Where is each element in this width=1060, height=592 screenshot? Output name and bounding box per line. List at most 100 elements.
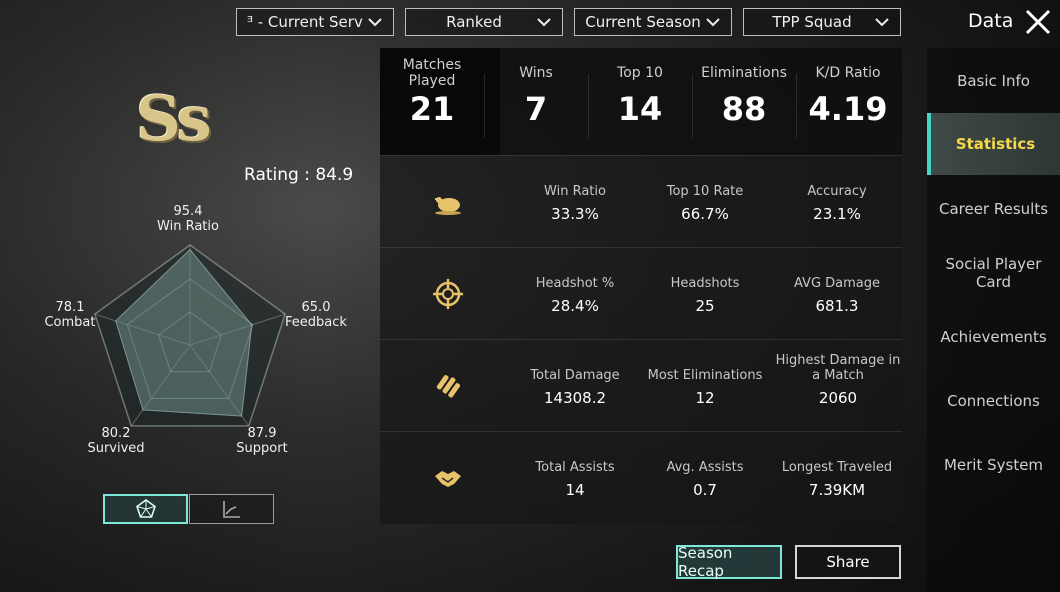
stat-top-10-rate: Top 10 Rate 66.7% xyxy=(640,184,770,223)
page-title: Data xyxy=(968,10,1014,32)
share-button[interactable]: Share xyxy=(795,545,901,579)
stat-value: 14 xyxy=(565,481,585,499)
summary-matches-played: Matches Played 21 xyxy=(380,56,484,128)
stat-avg-damage: AVG Damage 681.3 xyxy=(772,276,902,315)
sidebar-item-statistics[interactable]: Statistics xyxy=(927,113,1060,175)
summary-value: 4.19 xyxy=(808,90,888,128)
season-recap-button[interactable]: Season Recap xyxy=(676,544,782,580)
summary-label: Wins xyxy=(519,65,553,81)
rank-emblem: Ss xyxy=(136,82,212,155)
pentagon-icon xyxy=(135,499,156,518)
stat-longest-traveled: Longest Traveled 7.39KM xyxy=(772,460,902,499)
summary-label: Matches Played xyxy=(402,57,462,89)
stat-total-assists: Total Assists 14 xyxy=(510,460,640,499)
radar-value-survived: 80.2 xyxy=(101,426,131,441)
radar-name-combat: Combat xyxy=(44,315,96,330)
stat-value: 14308.2 xyxy=(543,389,607,407)
radar-label-combat: 78.1 Combat xyxy=(30,300,110,330)
stat-label: Highest Damage in a Match xyxy=(775,353,901,383)
line-chart-icon xyxy=(222,501,240,518)
stat-headshot-percent: Headshot % 28.4% xyxy=(510,276,640,315)
stat-value: 23.1% xyxy=(813,205,861,223)
sidebar-item-social-player-card[interactable]: Social Player Card xyxy=(927,242,1060,304)
ammo-icon xyxy=(436,375,460,398)
stat-label: Total Damage xyxy=(530,368,620,383)
stats-row-teamwork: Total Assists 14 Avg. Assists 0.7 Longes… xyxy=(380,431,902,524)
radar-view-button[interactable] xyxy=(103,494,188,524)
chevron-down-icon xyxy=(368,18,382,27)
stat-win-ratio: Win Ratio 33.3% xyxy=(510,184,640,223)
sidebar-item-label: Basic Info xyxy=(957,72,1030,90)
stat-avg-assists: Avg. Assists 0.7 xyxy=(640,460,770,499)
summary-top-10: Top 10 14 xyxy=(588,56,692,128)
squad-dropdown-label: TPP Squad xyxy=(772,13,852,31)
stats-row-shooting: Headshot % 28.4% Headshots 25 AVG Damage… xyxy=(380,247,902,340)
server-dropdown[interactable]: ᴲ - Current Server xyxy=(236,8,394,36)
summary-bar: Matches Played 21 Wins 7 Top 10 14 Elimi… xyxy=(380,48,902,155)
sidebar-item-label: Connections xyxy=(947,392,1040,410)
server-dropdown-label: ᴲ - Current Server xyxy=(247,13,363,31)
chevron-down-icon xyxy=(537,18,551,27)
chevron-down-icon xyxy=(706,18,720,27)
squad-dropdown[interactable]: TPP Squad xyxy=(743,8,901,36)
radar-name-support: Support xyxy=(236,441,288,456)
sidebar-item-career-results[interactable]: Career Results xyxy=(927,178,1060,240)
stat-value: 12 xyxy=(695,389,715,407)
summary-label: K/D Ratio xyxy=(815,65,881,81)
close-icon[interactable] xyxy=(1024,8,1052,36)
radar-label-survived: 80.2 Survived xyxy=(76,426,156,456)
stat-value: 25 xyxy=(695,297,715,315)
stat-label: Win Ratio xyxy=(544,184,606,199)
summary-kd-ratio: K/D Ratio 4.19 xyxy=(796,56,900,128)
stat-label: Headshots xyxy=(670,276,740,291)
crosshair-icon xyxy=(433,279,463,309)
summary-wins: Wins 7 xyxy=(484,56,588,128)
stats-row-placement: Win Ratio 33.3% Top 10 Rate 66.7% Accura… xyxy=(380,155,902,248)
season-dropdown-label: Current Season xyxy=(585,13,701,31)
season-dropdown[interactable]: Current Season xyxy=(574,8,732,36)
handshake-icon xyxy=(435,471,461,487)
stat-value: 66.7% xyxy=(681,205,729,223)
stat-label: Top 10 Rate xyxy=(666,184,744,199)
stat-label: AVG Damage xyxy=(793,276,881,291)
summary-value: 21 xyxy=(409,90,455,128)
sidebar-item-basic-info[interactable]: Basic Info xyxy=(927,50,1060,112)
sidebar-item-label: Social Player Card xyxy=(945,255,1042,291)
sidebar-item-merit-system[interactable]: Merit System xyxy=(927,434,1060,496)
stat-label: Most Eliminations xyxy=(647,368,763,383)
mode-dropdown-label: Ranked xyxy=(446,13,502,31)
sidebar-item-connections[interactable]: Connections xyxy=(927,370,1060,432)
radar-value-win-ratio: 95.4 xyxy=(173,204,203,219)
summary-value: 88 xyxy=(721,90,767,128)
stat-value: 2060 xyxy=(818,389,858,407)
stat-highest-damage: Highest Damage in a Match 2060 xyxy=(772,353,904,407)
statistics-panel: Matches Played 21 Wins 7 Top 10 14 Elimi… xyxy=(380,48,902,524)
chicken-dinner-icon xyxy=(435,197,461,215)
stats-row-damage: Total Damage 14308.2 Most Eliminations 1… xyxy=(380,339,902,432)
summary-label: Top 10 xyxy=(617,65,663,81)
mode-dropdown[interactable]: Ranked xyxy=(405,8,563,36)
radar-label-win-ratio: 95.4 Win Ratio xyxy=(148,204,228,234)
sidebar-item-label: Merit System xyxy=(943,456,1044,474)
stat-label: Avg. Assists xyxy=(666,460,744,475)
stat-label: Total Assists xyxy=(535,460,615,475)
radar-value-feedback: 65.0 xyxy=(301,300,331,315)
radar-value-combat: 78.1 xyxy=(55,300,85,315)
radar-label-feedback: 65.0 Feedback xyxy=(276,300,356,330)
stat-value: 681.3 xyxy=(815,297,859,315)
stat-value: 28.4% xyxy=(551,297,599,315)
stat-label: Longest Traveled xyxy=(781,460,893,475)
trend-view-button[interactable] xyxy=(189,494,274,524)
sidebar-item-label: Statistics xyxy=(955,135,1036,153)
chevron-down-icon xyxy=(875,18,889,27)
stat-accuracy: Accuracy 23.1% xyxy=(772,184,902,223)
radar-name-win-ratio: Win Ratio xyxy=(157,219,219,234)
sidebar-item-achievements[interactable]: Achievements xyxy=(927,306,1060,368)
radar-label-support: 87.9 Support xyxy=(222,426,302,456)
stat-label: Headshot % xyxy=(535,276,615,291)
stat-headshots: Headshots 25 xyxy=(640,276,770,315)
radar-value-support: 87.9 xyxy=(247,426,277,441)
stat-value: 0.7 xyxy=(693,481,717,499)
summary-value: 7 xyxy=(524,90,548,128)
sidebar-item-label: Achievements xyxy=(940,328,1047,346)
